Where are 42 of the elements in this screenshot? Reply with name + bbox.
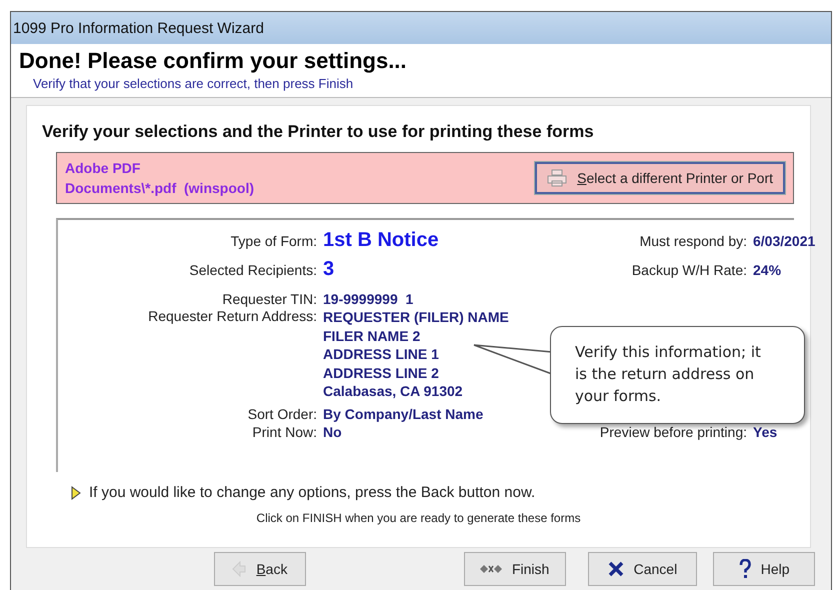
hint-text: If you would like to change any options, press the Back button now. [89,484,536,501]
field-value: 3 [323,257,336,282]
triangle-icon [71,486,81,500]
address-line: REQUESTER (FILER) NAME [323,308,509,326]
printer-port: Documents\*.pdf (winspool) [65,180,254,196]
field-value: 24% [753,260,782,278]
cancel-button[interactable]: Cancel [588,552,698,586]
diamonds-icon [480,564,502,574]
address-line: FILER NAME 2 [323,326,420,345]
field-label: Selected Recipients: [189,262,318,278]
field-label: Preview before printing: [600,424,748,440]
field-value: By Company/Last Name [323,404,484,422]
address-line: Calabasas, CA 91302 [323,382,463,400]
field-value: 1st B Notice [323,228,440,253]
field-label: Sort Order: [248,406,318,422]
field-label: Requester Return Address: [148,308,318,324]
callout-bubble: Verify this information; it is the return address on your forms. [550,326,805,424]
window-title: 1099 Pro Information Request Wizard [13,20,264,36]
address-line: ADDRESS LINE 2 [323,364,439,382]
field-label: Print Now: [252,424,318,440]
section-title: Verify your selections and the Printer to use for printing these forms [42,122,594,142]
page-subtitle: Verify that your selections are correct, then press Finish [33,76,354,91]
printer-name: Adobe PDF [65,160,142,176]
arrow-icon [232,561,246,577]
field-label: Must respond by: [640,232,748,248]
field-label: Backup W/H Rate: [632,262,748,278]
help-button[interactable]: Help [713,552,815,586]
instruction-text: Click on FINISH when you are ready to generate these forms [256,511,581,525]
field-value: No [323,422,343,440]
help-icon [738,559,751,579]
field-value: 19-9999999 1 [323,290,414,308]
page-heading: Done! Please confirm your settings... [19,48,407,74]
field-value: Yes [753,422,778,440]
back-button[interactable]: Back [214,552,306,586]
select-printer-button[interactable]: Select a different Printer or Port [535,162,785,194]
field-label: Requester TIN: [222,291,318,307]
printer-icon [547,169,568,187]
field-label: Type of Form: [230,232,318,248]
field-value: 6/03/2021 [753,232,816,250]
close-icon [608,561,624,577]
finish-button[interactable]: Finish [464,552,566,586]
address-line: ADDRESS LINE 1 [323,345,439,364]
